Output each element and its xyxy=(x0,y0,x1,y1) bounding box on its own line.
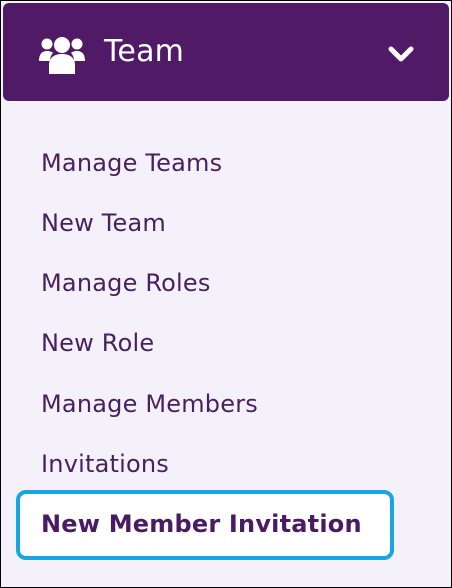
chevron-down-icon[interactable] xyxy=(387,43,415,65)
menu-item-new-member-invitation[interactable]: New Member Invitation xyxy=(41,512,362,536)
menu-title: Team xyxy=(104,34,185,69)
menu-item-manage-teams[interactable]: Manage Teams xyxy=(41,151,222,175)
menu-item-invitations[interactable]: Invitations xyxy=(41,452,169,476)
menu-item-new-team[interactable]: New Team xyxy=(41,211,166,235)
menu-item-new-role[interactable]: New Role xyxy=(41,331,154,355)
menu-item-manage-members[interactable]: Manage Members xyxy=(41,392,258,416)
sidebar-team-menu: Team Manage Teams New Team Manage Roles … xyxy=(0,0,452,588)
team-menu-header[interactable]: Team xyxy=(3,3,449,101)
team-icon xyxy=(39,37,85,74)
menu-item-manage-roles[interactable]: Manage Roles xyxy=(41,271,211,295)
